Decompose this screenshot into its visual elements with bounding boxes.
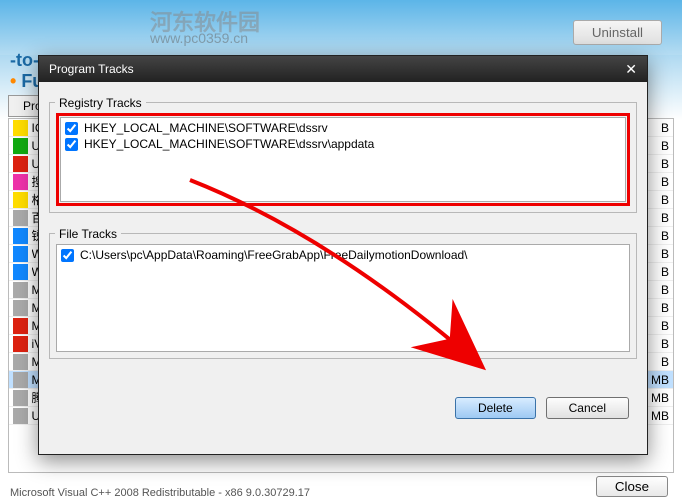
registry-tracks-label: Registry Tracks xyxy=(55,96,146,110)
app-icon xyxy=(13,372,28,388)
delete-button[interactable]: Delete xyxy=(455,397,536,419)
file-path: C:\Users\pc\AppData\Roaming\FreeGrabApp\… xyxy=(80,248,468,262)
app-icon xyxy=(13,336,28,352)
registry-path: HKEY_LOCAL_MACHINE\SOFTWARE\dssrv\appdat… xyxy=(84,137,374,151)
app-icon xyxy=(13,390,28,406)
dialog-titlebar: Program Tracks ✕ xyxy=(39,56,647,82)
list-item[interactable]: C:\Users\pc\AppData\Roaming\FreeGrabApp\… xyxy=(59,247,627,263)
app-icon xyxy=(13,318,28,334)
app-icon xyxy=(13,246,28,262)
uninstall-button[interactable]: Uninstall xyxy=(573,20,662,45)
checkbox[interactable] xyxy=(65,138,78,151)
dialog-title: Program Tracks xyxy=(49,62,134,76)
status-bar: Microsoft Visual C++ 2008 Redistributabl… xyxy=(10,487,310,499)
app-icon xyxy=(13,138,28,154)
app-icon xyxy=(13,228,28,244)
app-icon xyxy=(13,120,28,136)
app-icon xyxy=(13,264,28,280)
close-icon[interactable]: ✕ xyxy=(625,61,637,78)
registry-tracks-list[interactable]: HKEY_LOCAL_MACHINE\SOFTWARE\dssrv HKEY_L… xyxy=(60,117,626,202)
app-icon xyxy=(13,354,28,370)
checkbox[interactable] xyxy=(61,249,74,262)
app-icon xyxy=(13,408,28,424)
app-icon xyxy=(13,300,28,316)
app-icon xyxy=(13,174,28,190)
app-icon xyxy=(13,282,28,298)
app-icon xyxy=(13,156,28,172)
app-icon xyxy=(13,192,28,208)
checkbox[interactable] xyxy=(65,122,78,135)
close-button[interactable]: Close xyxy=(596,476,668,497)
highlight-box: HKEY_LOCAL_MACHINE\SOFTWARE\dssrv HKEY_L… xyxy=(56,113,630,206)
program-tracks-dialog: Program Tracks ✕ Registry Tracks HKEY_LO… xyxy=(38,55,648,455)
list-item[interactable]: HKEY_LOCAL_MACHINE\SOFTWARE\dssrv xyxy=(63,120,623,136)
watermark-url: www.pc0359.cn xyxy=(150,30,248,46)
list-item[interactable]: HKEY_LOCAL_MACHINE\SOFTWARE\dssrv\appdat… xyxy=(63,136,623,152)
cancel-button[interactable]: Cancel xyxy=(546,397,629,419)
file-tracks-list[interactable]: C:\Users\pc\AppData\Roaming\FreeGrabApp\… xyxy=(56,244,630,352)
file-tracks-label: File Tracks xyxy=(55,227,121,241)
app-icon xyxy=(13,210,28,226)
registry-path: HKEY_LOCAL_MACHINE\SOFTWARE\dssrv xyxy=(84,121,328,135)
